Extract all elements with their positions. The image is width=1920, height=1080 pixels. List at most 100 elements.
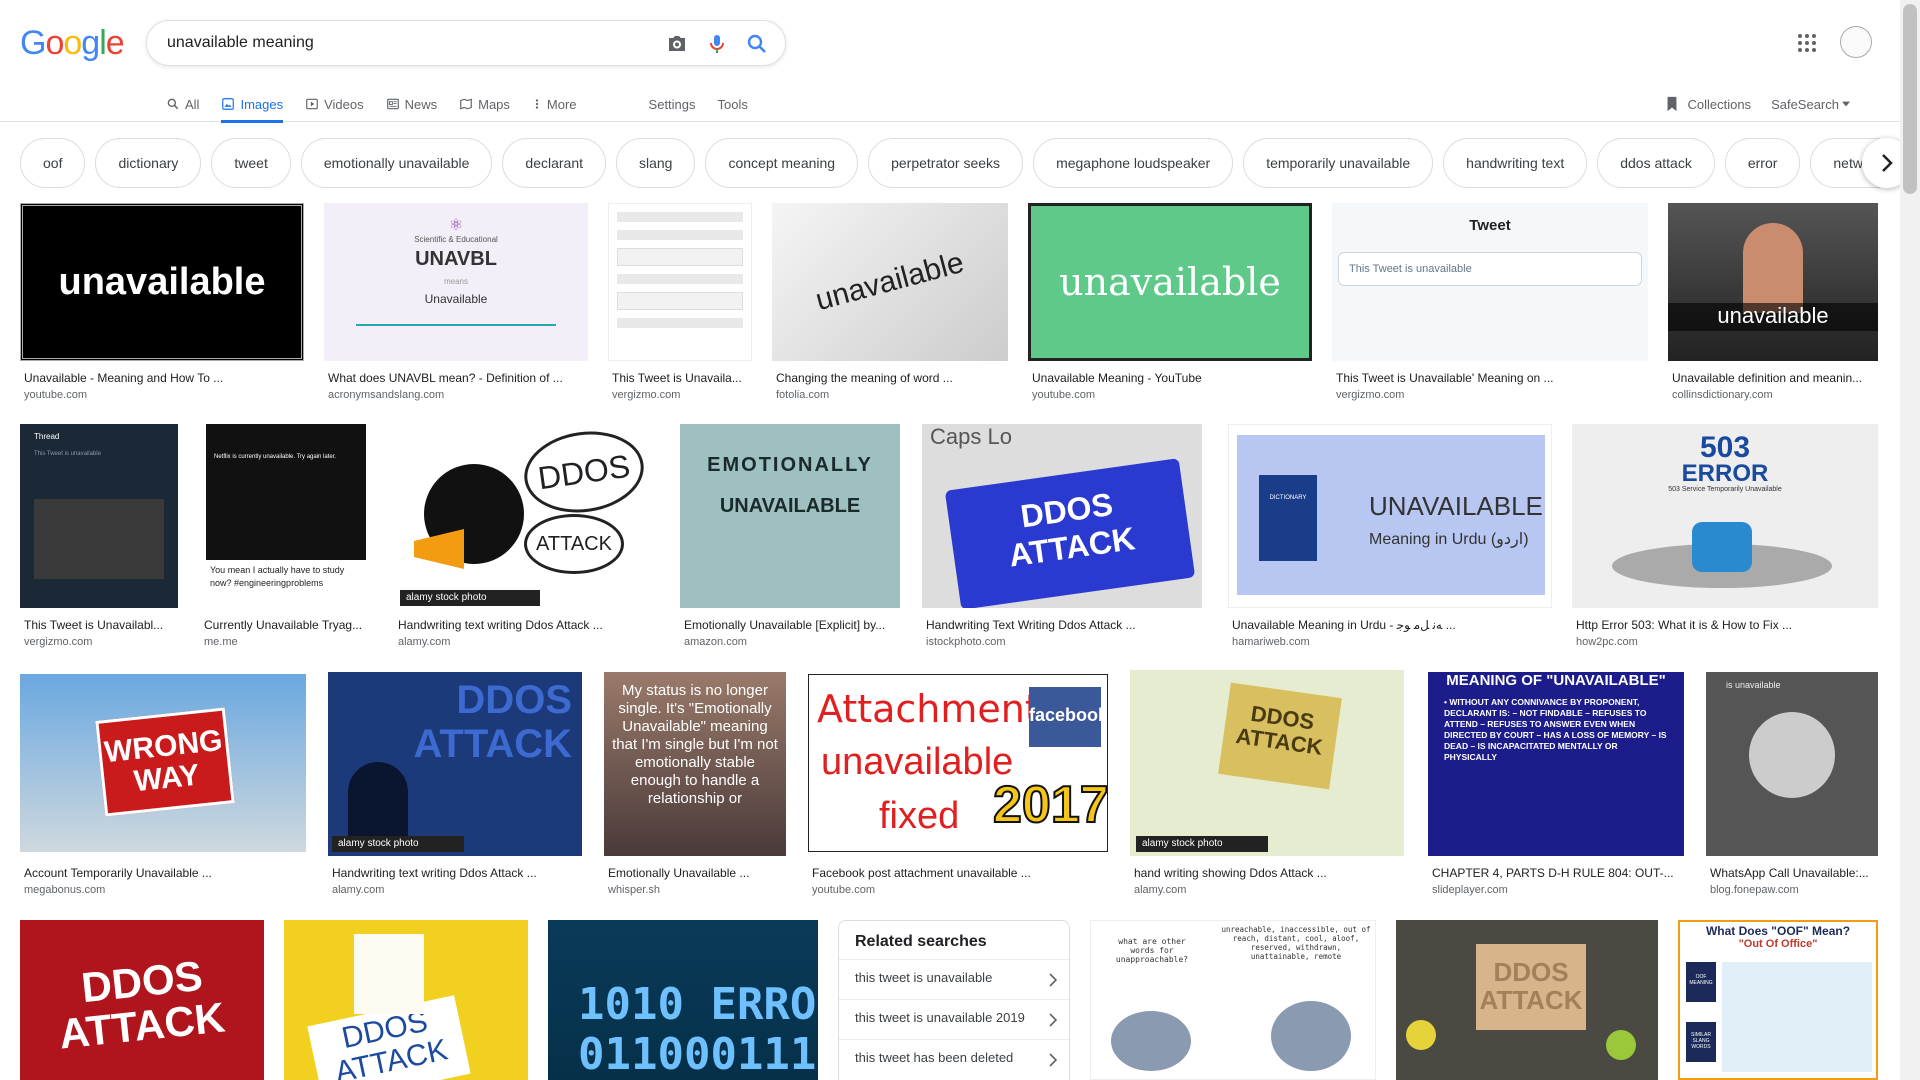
chip[interactable]: dictionary [95,138,202,188]
chip[interactable]: declarant [502,138,606,188]
image-source[interactable]: blog.fonepaw.com [1710,884,1799,896]
related-search-item[interactable]: this tweet is unavailable 2019 [839,999,1069,1039]
microphone-icon[interactable] [705,32,729,56]
image-result[interactable]: 1010 ERROR 0110001111 [548,920,818,1080]
thumbnail[interactable]: 503 ERROR 503 Service Temporarily Unavai… [1572,424,1878,608]
thumbnail[interactable]: EMOTIONALLY UNAVAILABLE [680,424,900,608]
camera-icon[interactable] [665,32,689,56]
image-title[interactable]: Unavailable Meaning - YouTube [1032,371,1312,385]
image-result[interactable]: ⚛ Scientific & Educational UNAVBL means … [324,203,588,403]
tab-settings[interactable]: Settings [649,87,696,121]
image-source[interactable]: megabonus.com [24,884,105,896]
image-title[interactable]: This Tweet is Unavailable' Meaning on ..… [1336,371,1650,385]
image-result[interactable]: My status is no longer single. It's "Emo… [604,672,786,902]
image-title[interactable]: Handwriting text writing Ddos Attack ... [398,618,660,632]
image-result[interactable]: unavailable Changing the meaning of word… [772,203,1008,403]
image-result[interactable]: unavailable Unavailable - Meaning and Ho… [20,203,304,403]
thumbnail[interactable]: unavailable [772,203,1008,361]
thumbnail[interactable]: 1010 ERROR 0110001111 [548,920,818,1080]
image-source[interactable]: alamy.com [398,636,450,648]
thumbnail[interactable] [608,203,752,361]
thumbnail[interactable]: DDOS ATTACK [20,920,264,1080]
tab-videos[interactable]: Videos [305,87,364,121]
tab-news[interactable]: News [386,87,437,121]
tab-maps[interactable]: Maps [459,87,510,121]
image-source[interactable]: collinsdictionary.com [1672,389,1773,401]
image-result[interactable]: unavailable Unavailable definition and m… [1668,203,1878,403]
image-title[interactable]: CHAPTER 4, PARTS D-H RULE 804: OUT-... [1432,866,1686,880]
related-search-item[interactable]: this tweet has been deleted [839,1039,1069,1079]
page-scrollbar[interactable] [1900,0,1920,1080]
image-title[interactable]: What does UNAVBL mean? - Definition of .… [328,371,590,385]
image-result[interactable]: Thread This Tweet is unavailable This Tw… [20,424,178,654]
tab-more[interactable]: More [532,87,577,121]
image-source[interactable]: youtube.com [1032,389,1095,401]
collections-button[interactable]: Collections [1665,96,1751,112]
chip[interactable]: oof [20,138,86,188]
chip[interactable]: temporarily unavailable [1243,138,1434,188]
image-result[interactable]: unavailable Unavailable Meaning - YouTub… [1028,203,1312,403]
image-result[interactable]: EMOTIONALLY UNAVAILABLE Emotionally Unav… [680,424,900,654]
thumbnail[interactable]: DDOS ATTACK alamy stock photo [1130,670,1404,856]
image-result[interactable]: DDOS ATTACK alamy stock photo Handwritin… [328,672,582,902]
image-source[interactable]: youtube.com [24,389,87,401]
tab-images[interactable]: Images [221,87,283,123]
image-result[interactable]: What Does "OOF" Mean? "Out Of Office" OO… [1678,920,1878,1080]
search-input[interactable] [167,31,647,55]
image-result[interactable]: Caps Lo DDOS ATTACK Handwriting Text Wri… [922,424,1202,654]
image-source[interactable]: vergizmo.com [612,389,680,401]
related-search-item[interactable]: this tweet is unavailable [839,959,1069,999]
image-title[interactable]: This Tweet is Unavaila... [612,371,754,385]
image-title[interactable]: Handwriting text writing Ddos Attack ... [332,866,584,880]
image-title[interactable]: Currently Unavailable Tryag... [204,618,374,632]
chip[interactable]: slang [616,138,696,188]
image-source[interactable]: alamy.com [1134,884,1186,896]
image-source[interactable]: how2pc.com [1576,636,1638,648]
image-result[interactable]: is unavailable WhatsApp Call Unavailable… [1706,672,1878,902]
thumbnail[interactable]: My status is no longer single. It's "Emo… [604,672,786,856]
chip[interactable]: tweet [211,138,291,188]
image-result[interactable]: DDOS ATTACK alamy stock photo hand writi… [1130,670,1404,904]
chip[interactable]: concept meaning [705,138,859,188]
avatar[interactable] [1840,26,1872,58]
safesearch-button[interactable]: SafeSearch [1771,97,1850,112]
image-result[interactable]: Attachment unavailable fixed facebook 20… [808,674,1108,904]
thumbnail[interactable]: unavailable [1668,203,1878,361]
image-result[interactable]: MEANING OF "UNAVAILABLE" • WITHOUT ANY C… [1428,672,1684,902]
thumbnail[interactable]: what are other words for unapproachable?… [1090,920,1376,1080]
apps-grid-icon[interactable] [1797,33,1817,53]
image-title[interactable]: Facebook post attachment unavailable ... [812,866,1110,880]
image-result[interactable]: DDOS ATTACK [20,920,264,1080]
image-title[interactable]: Emotionally Unavailable ... [608,866,788,880]
image-result[interactable]: DDOS ATTACK [284,920,528,1080]
image-source[interactable]: amazon.com [684,636,747,648]
chip[interactable]: megaphone loudspeaker [1033,138,1234,188]
image-source[interactable]: vergizmo.com [24,636,92,648]
thumbnail[interactable]: unavailable [20,203,304,361]
image-title[interactable]: Handwriting Text Writing Ddos Attack ... [926,618,1204,632]
image-title[interactable]: This Tweet is Unavailabl... [24,618,180,632]
thumbnail[interactable]: Attachment unavailable fixed facebook 20… [808,674,1108,852]
thumbnail[interactable]: Netflix is currently unavailable. Try ag… [200,424,372,608]
image-source[interactable]: hamariweb.com [1232,636,1310,648]
chip[interactable]: error [1724,138,1801,188]
thumbnail[interactable]: Thread This Tweet is unavailable [20,424,178,608]
thumbnail[interactable]: is unavailable [1706,672,1878,856]
search-icon[interactable] [745,32,769,56]
tab-all[interactable]: All [166,87,199,121]
thumbnail[interactable]: What Does "OOF" Mean? "Out Of Office" OO… [1678,920,1878,1080]
thumbnail[interactable]: unavailable [1028,203,1312,361]
tab-tools[interactable]: Tools [718,87,748,121]
thumbnail[interactable]: WRONG WAY [20,674,306,852]
image-title[interactable]: Emotionally Unavailable [Explicit] by... [684,618,902,632]
image-source[interactable]: slideplayer.com [1432,884,1508,896]
image-result[interactable]: what are other words for unapproachable?… [1090,920,1376,1080]
google-logo[interactable]: Google [20,24,125,63]
image-source[interactable]: istockphoto.com [926,636,1005,648]
chip[interactable]: perpetrator seeks [868,138,1024,188]
thumbnail[interactable]: DDOS ATTACK alamy stock photo [394,424,658,608]
thumbnail[interactable]: ⚛ Scientific & Educational UNAVBL means … [324,203,588,361]
image-source[interactable]: youtube.com [812,884,875,896]
thumbnail[interactable]: DICTIONARY UNAVAILABLE Meaning in Urdu (… [1228,424,1552,608]
image-source[interactable]: me.me [204,636,238,648]
